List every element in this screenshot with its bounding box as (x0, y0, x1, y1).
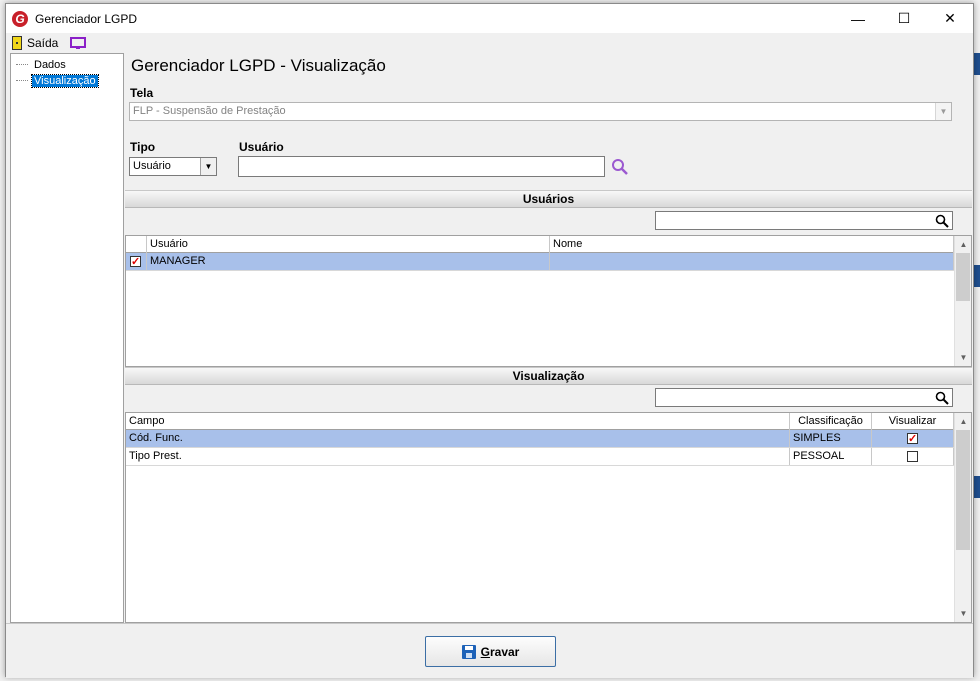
save-label: ravar (489, 644, 520, 659)
tree-item-label: Dados (34, 58, 66, 71)
column-header-campo[interactable]: Campo (126, 413, 790, 430)
save-label-mnemonic: G (480, 644, 490, 659)
visualizar-cell (872, 430, 954, 448)
view-filter-input[interactable] (655, 388, 953, 407)
close-button[interactable]: ✕ (927, 4, 973, 33)
campo-cell: Cód. Func. (126, 430, 790, 447)
tipo-select[interactable]: Usuário ▼ (129, 157, 217, 176)
users-section-header: Usuários (125, 190, 972, 208)
minimize-button[interactable]: — (835, 4, 881, 33)
column-header-classificacao[interactable]: Classificação (790, 413, 872, 430)
search-icon[interactable] (935, 391, 949, 405)
search-icon[interactable] (611, 158, 629, 176)
view-table: Campo Classificação Visualizar Cód. Func… (125, 412, 972, 623)
tree-connector (16, 80, 28, 81)
visualizar-cell (872, 448, 954, 465)
scroll-up-icon[interactable]: ▲ (955, 236, 971, 253)
row-checkbox[interactable] (130, 254, 141, 271)
exit-button[interactable]: Saída (12, 36, 58, 50)
nome-cell (550, 253, 954, 270)
scroll-up-icon[interactable]: ▲ (955, 413, 971, 430)
save-button[interactable]: Gravar (425, 636, 556, 667)
page-title: Gerenciador LGPD - Visualização (131, 56, 386, 75)
classificacao-cell: SIMPLES (790, 430, 872, 447)
row-check-cell (126, 253, 147, 271)
tela-select: FLP - Suspensão de Prestação ▼ (129, 102, 952, 121)
scroll-thumb[interactable] (956, 253, 970, 301)
visualizar-checkbox[interactable] (907, 451, 918, 462)
chevron-down-icon: ▼ (935, 103, 951, 120)
visualizar-checkbox[interactable] (907, 431, 918, 448)
scroll-down-icon[interactable]: ▼ (955, 605, 971, 622)
window-controls: — ☐ ✕ (835, 4, 973, 33)
maximize-button[interactable]: ☐ (881, 4, 927, 33)
chevron-down-icon[interactable]: ▼ (200, 158, 216, 175)
window-title: Gerenciador LGPD (35, 11, 138, 26)
search-icon[interactable] (935, 214, 949, 228)
view-table-header: Campo Classificação Visualizar (126, 413, 954, 430)
users-filter-input[interactable] (655, 211, 953, 230)
monitor-icon[interactable] (70, 36, 87, 50)
main-panel: Gerenciador LGPD - Visualização Tela FLP… (124, 53, 973, 623)
column-header-check (126, 236, 147, 253)
tela-label: Tela (130, 86, 154, 100)
tipo-value: Usuário (133, 160, 171, 172)
floppy-disk-icon (461, 644, 476, 659)
tipo-label: Tipo (130, 140, 156, 154)
footer-bar: Gravar (6, 623, 973, 678)
tree-item-label: Visualização (31, 73, 99, 88)
usuario-label: Usuário (239, 140, 284, 154)
usuario-input[interactable] (238, 156, 605, 177)
table-row[interactable]: Tipo Prest. PESSOAL (126, 448, 954, 466)
scroll-down-icon[interactable]: ▼ (955, 349, 971, 366)
scroll-thumb[interactable] (956, 430, 970, 550)
column-header-usuario[interactable]: Usuário (147, 236, 550, 253)
door-exit-icon (12, 36, 22, 50)
app-logo-icon: G (12, 10, 28, 27)
tela-value: FLP - Suspensão de Prestação (133, 105, 286, 117)
usuario-cell: MANAGER (147, 253, 550, 270)
campo-cell: Tipo Prest. (126, 448, 790, 465)
table-row[interactable]: Cód. Func. SIMPLES (126, 430, 954, 448)
lgpd-manager-window: G Gerenciador LGPD — ☐ ✕ Saída Dados Vis… (5, 3, 974, 678)
title-bar[interactable]: G Gerenciador LGPD — ☐ ✕ (6, 4, 973, 33)
exit-label: Saída (27, 36, 59, 50)
tree-item-dados[interactable]: Dados (16, 57, 68, 72)
toolbar: Saída (6, 33, 973, 53)
classificacao-cell: PESSOAL (790, 448, 872, 465)
navigation-tree: Dados Visualização (10, 53, 124, 623)
column-header-visualizar[interactable]: Visualizar (872, 413, 954, 430)
users-scrollbar[interactable]: ▲ ▼ (954, 236, 971, 366)
users-table-header: Usuário Nome (126, 236, 954, 253)
users-table: Usuário Nome MANAGER ▲ ▼ (125, 235, 972, 367)
table-row[interactable]: MANAGER (126, 253, 954, 271)
column-header-nome[interactable]: Nome (550, 236, 954, 253)
view-section-header: Visualização (125, 367, 972, 385)
view-scrollbar[interactable]: ▲ ▼ (954, 413, 971, 622)
tree-connector (16, 64, 28, 65)
tree-item-visualizacao[interactable]: Visualização (16, 73, 99, 88)
